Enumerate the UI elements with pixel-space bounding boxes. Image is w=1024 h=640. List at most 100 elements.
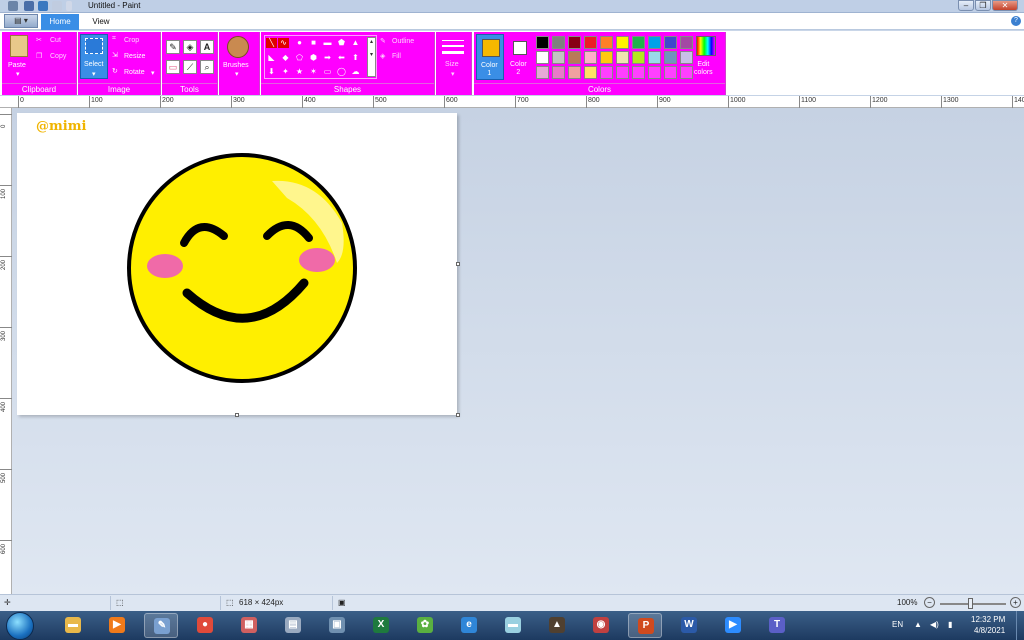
taskbar-folder-button[interactable]: ▬: [496, 613, 530, 638]
app-menu-icon[interactable]: [8, 1, 18, 11]
palette-swatch[interactable]: [552, 51, 565, 64]
tray-expand-icon[interactable]: ▲: [914, 620, 922, 629]
palette-swatch[interactable]: [600, 36, 613, 49]
taskbar-app6-button[interactable]: ▤: [276, 613, 310, 638]
palette-swatch[interactable]: [664, 36, 677, 49]
brush-icon[interactable]: [227, 36, 249, 58]
palette-swatch[interactable]: [536, 51, 549, 64]
resize-icon[interactable]: ⇲: [112, 51, 118, 59]
palette-swatch[interactable]: [680, 51, 693, 64]
maximize-button[interactable]: ❐: [975, 0, 991, 11]
taskbar-zoom-button[interactable]: ▶: [716, 613, 750, 638]
zoom-out-button[interactable]: −: [924, 597, 935, 608]
crop-button[interactable]: Crop: [124, 37, 139, 44]
shape-four-point-star[interactable]: ✦: [280, 67, 291, 77]
color1-button[interactable]: Color 1: [476, 34, 504, 80]
palette-swatch[interactable]: [584, 66, 597, 79]
taskbar-app5-button[interactable]: ▦: [232, 613, 266, 638]
palette-swatch[interactable]: [648, 51, 661, 64]
tab-view[interactable]: View: [82, 14, 120, 30]
palette-swatch[interactable]: [616, 51, 629, 64]
taskbar-powerpoint-button[interactable]: P: [628, 613, 662, 638]
magnifier-icon[interactable]: ⌕: [200, 60, 214, 74]
shape-five-point-star[interactable]: ★: [294, 67, 305, 77]
taskbar-teams-button[interactable]: T: [760, 613, 794, 638]
palette-swatch[interactable]: [600, 66, 613, 79]
palette-swatch[interactable]: [568, 51, 581, 64]
copy-icon[interactable]: ❐: [36, 52, 42, 60]
pencil-icon[interactable]: ✎: [166, 40, 180, 54]
taskbar-app13-button[interactable]: ◉: [584, 613, 618, 638]
drawing-canvas[interactable]: [17, 113, 457, 415]
color-picker-icon[interactable]: ⟋: [183, 60, 197, 74]
brushes-button[interactable]: Brushes: [223, 62, 249, 69]
zoom-slider[interactable]: [940, 603, 1006, 605]
save-icon[interactable]: [24, 1, 34, 11]
shape-polygon[interactable]: ⬟: [336, 38, 347, 48]
palette-swatch[interactable]: [616, 66, 629, 79]
taskbar-mic-button[interactable]: ▲: [540, 613, 574, 638]
edit-colors-icon[interactable]: [696, 36, 716, 56]
palette-swatch[interactable]: [632, 36, 645, 49]
palette-swatch[interactable]: [632, 51, 645, 64]
fill-bucket-icon[interactable]: ◈: [183, 40, 197, 54]
taskbar-ie-button[interactable]: e: [452, 613, 486, 638]
tab-home[interactable]: Home: [41, 14, 79, 30]
shapes-gallery[interactable]: ╲ ∿ ● ■ ▬ ⬟ ▲ ◣ ◆ ⬠ ⬢ ➡ ⬅ ⬆ ⬇ ✦ ★ ✶ ▭ ◯: [264, 35, 377, 79]
shape-oval[interactable]: ●: [294, 38, 305, 48]
text-tool-icon[interactable]: A: [200, 40, 214, 54]
customize-quick-access-icon[interactable]: [66, 1, 72, 11]
palette-swatch[interactable]: [568, 66, 581, 79]
resize-handle-corner[interactable]: [456, 413, 460, 417]
palette-swatch[interactable]: [632, 66, 645, 79]
shape-pentagon[interactable]: ⬠: [294, 53, 305, 63]
zoom-in-button[interactable]: +: [1010, 597, 1021, 608]
outline-icon[interactable]: ✎: [380, 37, 386, 45]
cut-button[interactable]: Cut: [50, 37, 61, 44]
size-dropdown-icon[interactable]: ▾: [451, 70, 455, 78]
eraser-icon[interactable]: ▭: [166, 60, 180, 74]
brushes-dropdown-icon[interactable]: ▾: [235, 70, 239, 78]
resize-handle-right[interactable]: [456, 262, 460, 266]
palette-swatch[interactable]: [600, 51, 613, 64]
fill-button[interactable]: Fill: [392, 53, 401, 60]
edit-colors-button[interactable]: Edit colors: [694, 61, 713, 77]
language-indicator[interactable]: EN: [892, 620, 903, 629]
rotate-icon[interactable]: ↻: [112, 67, 118, 75]
shape-diamond[interactable]: ◆: [280, 53, 291, 63]
resize-button[interactable]: Resize: [124, 53, 145, 60]
zoom-slider-thumb[interactable]: [968, 598, 973, 609]
taskbar-media-button[interactable]: ▶: [100, 613, 134, 638]
palette-swatch[interactable]: [648, 66, 661, 79]
palette-swatch[interactable]: [648, 36, 661, 49]
paste-icon[interactable]: [10, 35, 28, 57]
palette-swatch[interactable]: [664, 66, 677, 79]
select-button[interactable]: Select ▾: [80, 34, 108, 79]
shape-right-arrow[interactable]: ➡: [322, 53, 333, 63]
palette-swatch[interactable]: [552, 66, 565, 79]
shape-hexagon[interactable]: ⬢: [308, 53, 319, 63]
shapes-scroll[interactable]: ▴ ▾: [367, 37, 376, 77]
shape-down-arrow[interactable]: ⬇: [266, 67, 277, 77]
close-button[interactable]: ✕: [992, 0, 1018, 11]
palette-swatch[interactable]: [664, 51, 677, 64]
shape-rounded-rectangle[interactable]: ▬: [322, 38, 333, 48]
taskbar-app7-button[interactable]: ▣: [320, 613, 354, 638]
shape-line[interactable]: ╲: [266, 38, 277, 48]
minimize-button[interactable]: –: [958, 0, 974, 11]
taskbar-explorer-button[interactable]: ▬: [56, 613, 90, 638]
palette-swatch[interactable]: [584, 51, 597, 64]
fill-icon[interactable]: ◈: [380, 52, 385, 60]
help-icon[interactable]: ?: [1011, 16, 1021, 26]
palette-swatch[interactable]: [680, 66, 693, 79]
taskbar-paint-button[interactable]: ✎: [144, 613, 178, 638]
shape-callout-cloud[interactable]: ☁: [350, 67, 361, 77]
clock-time[interactable]: 12:32 PM: [971, 615, 1005, 624]
paste-button[interactable]: Paste: [8, 62, 26, 69]
redo-icon[interactable]: [52, 1, 62, 11]
start-button[interactable]: [6, 612, 34, 640]
palette-swatch[interactable]: [616, 36, 629, 49]
shape-six-point-star[interactable]: ✶: [308, 67, 319, 77]
palette-swatch[interactable]: [584, 36, 597, 49]
network-icon[interactable]: ▮: [948, 620, 952, 629]
